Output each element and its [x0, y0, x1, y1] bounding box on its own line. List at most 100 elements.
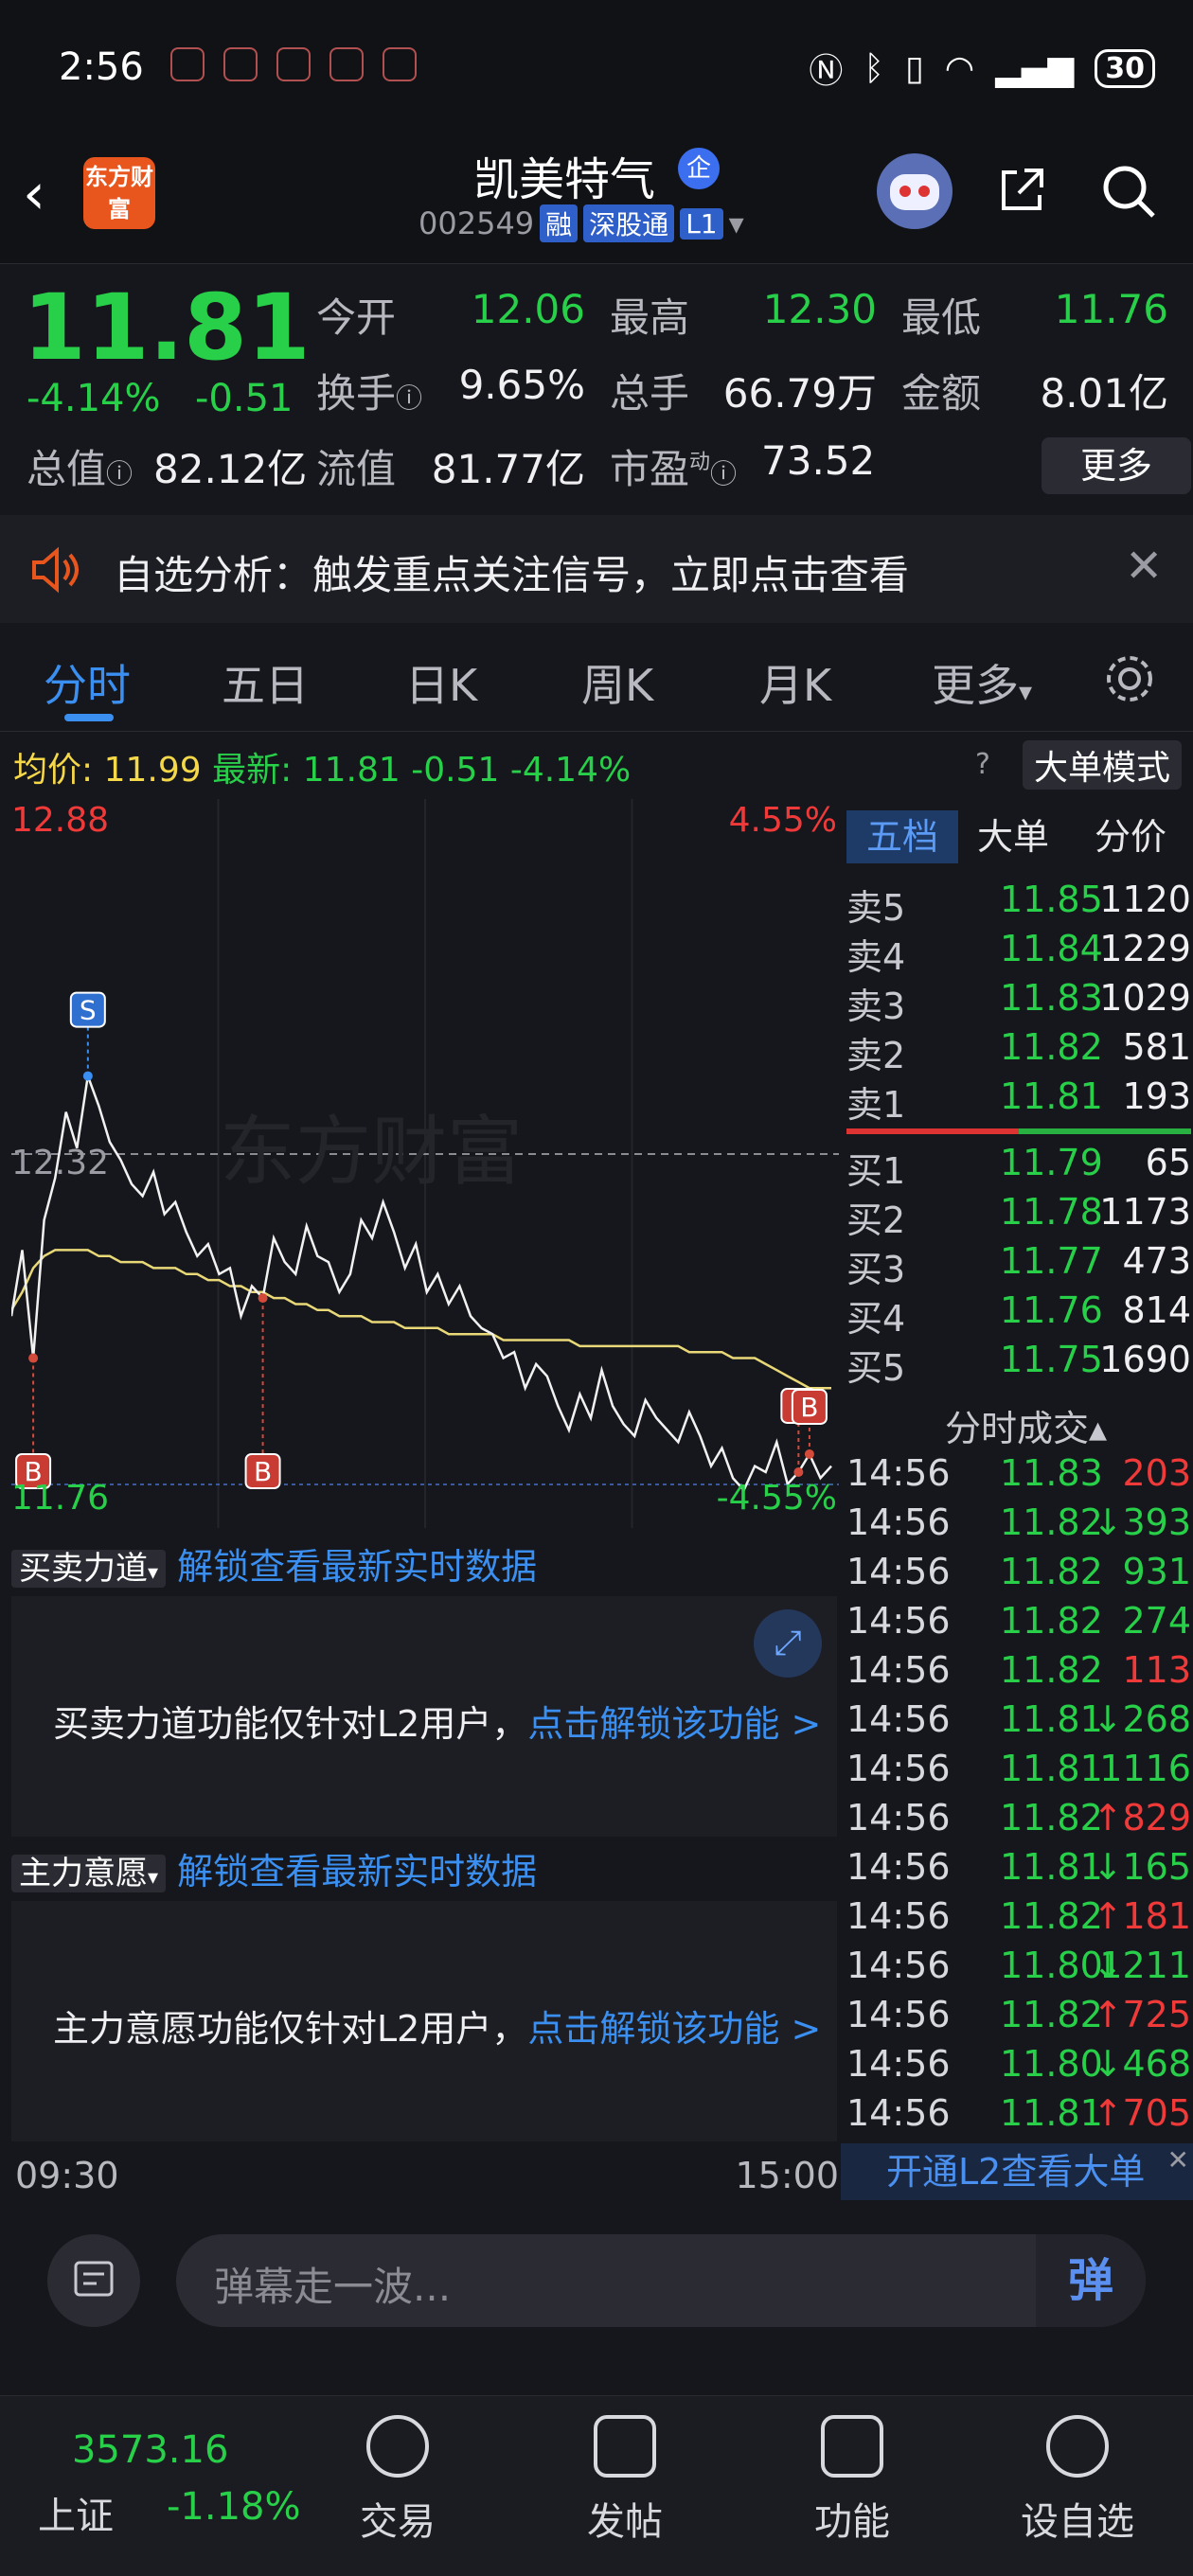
trades-title[interactable]: 分时成交▴ [945, 1399, 1107, 1451]
trade-row: 14:56 11.83 203 [846, 1452, 1191, 1501]
trade-time: 14:56 [846, 1895, 951, 1937]
trade-row: 14:56 11.80 ↓ 1211 [846, 1945, 1191, 1994]
stock-code-line[interactable]: 002549 融 深股通 L1 ▾ [418, 204, 744, 242]
change-amount: -0.51 [195, 377, 294, 420]
battery-icon: 30 [1095, 48, 1155, 88]
sell-ratio-bar [846, 1128, 1019, 1134]
nfc-icon: Ⓝ [809, 52, 844, 91]
danmu-settings-icon[interactable] [47, 2234, 140, 2327]
app-logo[interactable]: 东方财富 [83, 157, 155, 229]
share-icon[interactable] [996, 163, 1049, 216]
ai-assistant-icon[interactable] [877, 153, 953, 229]
avg-price-value: 11.99 [103, 751, 202, 790]
info-icon[interactable]: ⓘ [710, 458, 737, 489]
volume-label: 总手 [610, 370, 690, 417]
chevron-down-icon: ▾ [148, 1866, 159, 1890]
tab-more[interactable]: 更多▾ [932, 651, 1032, 714]
info-icon[interactable]: ⓘ [396, 382, 422, 414]
unlock-feature-link[interactable]: 点击解锁该功能 > [527, 1703, 821, 1745]
trade-volume: 468 [1122, 2043, 1191, 2085]
notice-banner[interactable]: 自选分析：触发重点关注信号，立即点击查看 ✕ [0, 515, 1193, 623]
quote-panel: 11.81 -4.14% -0.51 今开 12.06 最高 12.30 最低 … [0, 265, 1193, 506]
trade-row: 14:56 11.81 ↓ 268 [846, 1698, 1191, 1748]
bid-row[interactable]: 买1 11.79 65 [846, 1142, 1191, 1192]
close-icon[interactable]: ✕ [1125, 540, 1163, 593]
expand-icon[interactable]: ⤢ [754, 1609, 822, 1678]
bid-row[interactable]: 买4 11.76 814 [846, 1289, 1191, 1340]
bid-row[interactable]: 买3 11.77 473 [846, 1240, 1191, 1290]
low-label: 最低 [901, 294, 982, 341]
trade-volume: 725 [1122, 1994, 1191, 2035]
tab-five-day[interactable]: 五日 [222, 651, 309, 714]
ask-row[interactable]: 卖5 11.85 1120 [846, 879, 1191, 929]
bid-row[interactable]: 买5 11.75 1690 [846, 1339, 1191, 1389]
trade-icon [366, 2415, 429, 2478]
ask-row[interactable]: 卖3 11.83 1029 [846, 977, 1191, 1027]
main-intent-dropdown[interactable]: 主力意愿▾ [11, 1855, 167, 1892]
order-book-panel: 五档 大单 分价 卖5 11.85 1120 卖4 11.84 1229 卖3 11.83 10… [841, 799, 1193, 2200]
settings-gear-icon[interactable] [1102, 651, 1157, 706]
tab-weekly-k[interactable]: 周K [581, 651, 653, 714]
market-cap-label: 总值ⓘ [27, 446, 134, 492]
side-tab-five-levels[interactable]: 五档 [846, 810, 958, 863]
trade-signal-dot [28, 1353, 39, 1363]
nav-functions[interactable]: 功能 [776, 2415, 928, 2546]
trade-time: 14:56 [846, 1945, 951, 1986]
help-icon[interactable]: ? [975, 748, 990, 781]
side-tab-price-split[interactable]: 分价 [1095, 810, 1166, 863]
ask-volume: 1029 [1099, 977, 1191, 1019]
ask-row[interactable]: 卖4 11.84 1229 [846, 928, 1191, 978]
buy-sell-force-dropdown[interactable]: 买卖力道▾ [11, 1550, 167, 1588]
tab-intraday[interactable]: 分时 [44, 651, 131, 714]
ask-row[interactable]: 卖2 11.82 581 [846, 1026, 1191, 1076]
trade-row: 14:56 11.82 113 [846, 1649, 1191, 1698]
big-order-mode-button[interactable]: 大单模式 [1023, 740, 1183, 790]
trade-volume: 1211 [1099, 1945, 1191, 1986]
unlock-feature-link[interactable]: 点击解锁该功能 > [527, 2008, 821, 2050]
open-value: 12.06 [471, 286, 585, 332]
chart-top-price: 12.88 [11, 801, 109, 840]
nav-post[interactable]: 发帖 [549, 2415, 701, 2546]
tab-daily-k[interactable]: 日K [405, 651, 477, 714]
trade-volume: 829 [1122, 1797, 1191, 1839]
tab-monthly-k[interactable]: 月K [759, 651, 831, 714]
close-icon[interactable]: ✕ [1167, 2132, 1189, 2189]
more-button[interactable]: 更多 [1042, 437, 1191, 494]
trade-direction-icon: ↑ [1093, 1895, 1123, 1937]
nav-trade[interactable]: 交易 [322, 2415, 473, 2546]
unlock-link[interactable]: 解锁查看最新实时数据 [177, 1546, 537, 1588]
index-ticker[interactable]: 3573.16 上证 -1.18% [0, 2396, 301, 2576]
ask-row[interactable]: 卖1 11.81 193 [846, 1075, 1191, 1126]
back-icon[interactable]: ‹ [23, 161, 45, 227]
index-percent: -1.18% [167, 2485, 301, 2529]
ask-label: 卖2 [846, 1035, 906, 1076]
info-icon[interactable]: ⓘ [106, 458, 133, 489]
trade-volume: 113 [1122, 1649, 1191, 1691]
bid-price: 11.78 [1000, 1191, 1103, 1233]
trade-time: 14:56 [846, 1698, 951, 1740]
danmu-send-button[interactable]: 弹 [1036, 2234, 1146, 2327]
danmu-placeholder: 弹幕走一波... [214, 2264, 452, 2310]
time-axis-start: 09:30 [15, 2155, 119, 2196]
tab-active-indicator [64, 714, 114, 721]
ask-price: 11.81 [1000, 1075, 1103, 1117]
ask-price: 11.83 [1000, 977, 1103, 1019]
search-icon[interactable] [1098, 161, 1159, 222]
ask-volume: 193 [1122, 1075, 1191, 1117]
ask-label: 卖3 [846, 986, 906, 1027]
nav-add-watchlist[interactable]: 设自选 [1002, 2415, 1153, 2546]
bid-price: 11.75 [1000, 1339, 1103, 1380]
notice-text[interactable]: 自选分析：触发重点关注信号，立即点击查看 [114, 543, 909, 601]
intraday-chart[interactable]: 东方财富 BSBBB 12.88 4.55% 12.32 11.76 -4.55… [11, 799, 839, 1528]
danmu-bar: 弹幕走一波... 弹 [0, 2206, 1193, 2348]
trade-price: 11.80 [1000, 2043, 1103, 2085]
side-tab-big-orders[interactable]: 大单 [977, 810, 1049, 863]
float-cap-value: 81.77亿 [431, 446, 585, 492]
bid-volume: 1173 [1099, 1191, 1191, 1233]
bid-row[interactable]: 买2 11.78 1173 [846, 1191, 1191, 1241]
unlock-link[interactable]: 解锁查看最新实时数据 [177, 1851, 537, 1892]
trade-time: 14:56 [846, 1797, 951, 1839]
latest-change: -0.51 [411, 751, 500, 790]
chart-low-percent: -4.55% [717, 1479, 837, 1518]
open-l2-link[interactable]: 开通L2查看大单 ✕ [841, 2143, 1193, 2200]
